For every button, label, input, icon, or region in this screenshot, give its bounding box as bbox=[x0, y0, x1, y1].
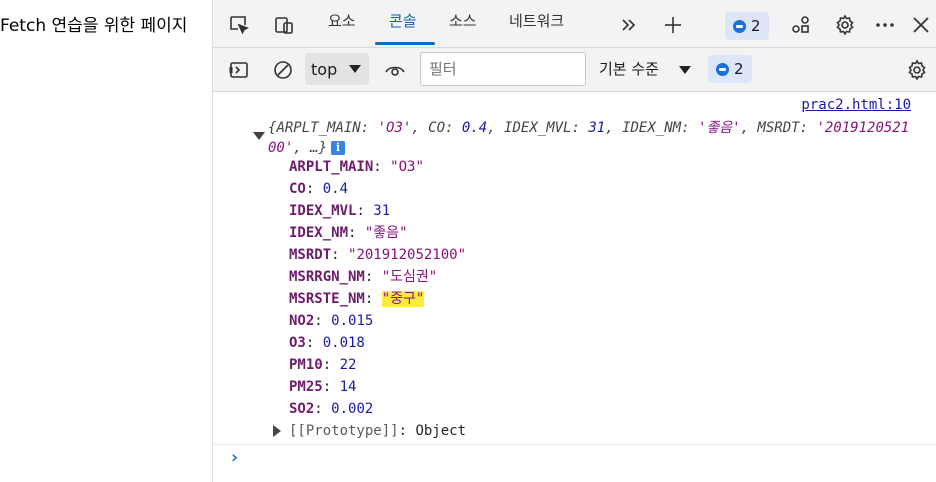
message-bubble-icon bbox=[716, 62, 729, 76]
source-link[interactable]: prac2.html:10 bbox=[801, 97, 911, 113]
collapse-arrow-icon[interactable] bbox=[253, 132, 265, 140]
devtools-panel: 요소 콘솔 소스 네트워크 2 top 필터 기본 수준 2 prac2.htm… bbox=[212, 0, 936, 482]
search-highlight: "중구" bbox=[381, 291, 425, 307]
live-expression-eye-icon[interactable] bbox=[379, 54, 411, 86]
prompt-divider bbox=[213, 444, 936, 445]
prototype-row[interactable]: [[Prototype]]: Object bbox=[289, 420, 466, 442]
webpage-area: Fetch 연습을 위한 페이지 bbox=[0, 0, 212, 482]
property-row: IDEX_NM: "좋음" bbox=[289, 225, 408, 241]
clear-console-icon[interactable] bbox=[267, 54, 299, 86]
console-prompt[interactable]: › bbox=[229, 447, 240, 468]
chevron-down-icon bbox=[349, 65, 361, 73]
object-summary[interactable]: {ARPLT_MAIN: 'O3', CO: 0.4, IDEX_MVL: 31… bbox=[268, 118, 912, 158]
issues-badge[interactable]: 2 bbox=[725, 12, 769, 40]
expand-arrow-icon[interactable] bbox=[273, 425, 281, 437]
issues-count: 2 bbox=[751, 17, 761, 35]
page-title: Fetch 연습을 위한 페이지 bbox=[0, 16, 188, 36]
network-conditions-icon[interactable] bbox=[785, 9, 817, 41]
toolbar-issues-badge[interactable]: 2 bbox=[708, 55, 752, 83]
console-settings-gear-icon[interactable] bbox=[901, 54, 933, 86]
property-row: ARPLT_MAIN: "O3" bbox=[289, 159, 424, 175]
info-icon[interactable]: i bbox=[331, 141, 346, 155]
property-row: SO2: 0.002 bbox=[289, 401, 374, 417]
log-level-select[interactable]: 기본 수준 bbox=[599, 58, 659, 79]
tab-sources[interactable]: 소스 bbox=[449, 10, 477, 44]
tab-elements[interactable]: 요소 bbox=[328, 10, 356, 44]
property-row: O3: 0.018 bbox=[289, 335, 365, 351]
more-options-icon[interactable] bbox=[869, 9, 901, 41]
property-row: NO2: 0.015 bbox=[289, 313, 374, 329]
property-row: CO: 0.4 bbox=[289, 181, 349, 197]
message-bubble-icon bbox=[733, 19, 746, 33]
property-row: IDEX_MVL: 31 bbox=[289, 203, 391, 219]
property-row: PM10: 22 bbox=[289, 357, 357, 373]
toolbar-issues-count: 2 bbox=[734, 60, 744, 78]
property-row-highlighted: MSRSTE_NM: "중구" bbox=[289, 291, 425, 307]
property-row: MSRDT: "201912052100" bbox=[289, 247, 467, 263]
chevron-down-icon[interactable] bbox=[679, 66, 691, 74]
device-emulation-icon[interactable] bbox=[269, 9, 301, 41]
active-tab-indicator bbox=[375, 42, 435, 45]
settings-gear-icon[interactable] bbox=[829, 9, 861, 41]
context-select[interactable]: top bbox=[305, 53, 369, 85]
close-icon[interactable] bbox=[905, 9, 936, 41]
tab-console[interactable]: 콘솔 bbox=[389, 10, 417, 44]
context-select-value: top bbox=[311, 59, 338, 79]
filter-input[interactable] bbox=[420, 52, 586, 86]
devtools-tabbar: 요소 콘솔 소스 네트워크 2 bbox=[213, 0, 936, 48]
inspect-element-icon[interactable] bbox=[223, 9, 255, 41]
property-row: MSRRGN_NM: "도심권" bbox=[289, 269, 438, 285]
add-tab-icon[interactable] bbox=[657, 9, 689, 41]
sidebar-toggle-icon[interactable] bbox=[223, 54, 255, 86]
console-output: prac2.html:10 {ARPLT_MAIN: 'O3', CO: 0.4… bbox=[213, 92, 936, 482]
tab-network[interactable]: 네트워크 bbox=[509, 10, 564, 44]
more-tabs-icon[interactable] bbox=[613, 9, 645, 41]
property-row: PM25: 14 bbox=[289, 379, 357, 395]
